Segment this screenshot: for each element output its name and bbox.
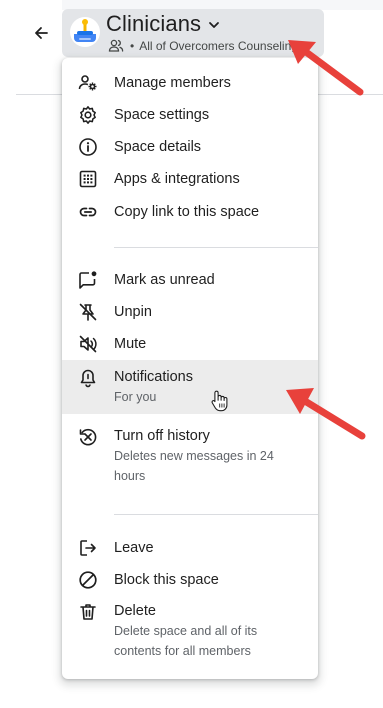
menu-label-mute: Mute (114, 336, 147, 352)
menu-label-space-details: Space details (114, 139, 202, 155)
menu-desc-delete: Delete space and all of its contents for… (114, 624, 258, 658)
menu-item-space-details[interactable]: Space details (62, 130, 318, 164)
arrow-left-icon (35, 27, 48, 39)
space-menu: Manage members Space settings Space deta… (62, 58, 318, 679)
trash-icon (80, 604, 96, 620)
menu-desc-notifications: For you (114, 390, 157, 404)
menu-label-apps-integrations: Apps & integrations (114, 171, 240, 187)
menu-label-mark-unread: Mark as unread (114, 272, 215, 288)
block-icon (79, 571, 97, 589)
mark-unread-icon (79, 271, 97, 289)
space-avatar-icon (70, 17, 100, 47)
info-icon (79, 138, 97, 156)
menu-item-mark-unread[interactable]: Mark as unread (62, 263, 318, 297)
menu-item-unpin[interactable]: Unpin (62, 295, 318, 329)
menu-item-copy-link[interactable]: Copy link to this space (62, 195, 318, 229)
menu-divider (114, 514, 318, 515)
chevron-down-icon (209, 22, 219, 28)
manage-members-icon (78, 75, 97, 91)
organization-name: All of Overcomers Counseling (139, 39, 298, 53)
link-icon (79, 207, 97, 217)
menu-label-space-settings: Space settings (114, 107, 210, 123)
bell-icon (80, 369, 96, 388)
menu-label-leave: Leave (114, 540, 154, 556)
space-title: Clinicians (106, 11, 202, 36)
menu-divider (114, 247, 318, 248)
menu-label-delete: Delete (114, 603, 156, 619)
menu-label-notifications: Notifications (114, 369, 193, 385)
menu-item-apps-integrations[interactable]: Apps & integrations (62, 162, 318, 196)
menu-item-notifications[interactable]: Notifications For you (62, 360, 318, 414)
menu-item-leave[interactable]: Leave (62, 531, 318, 565)
subtitle-bullet: • (130, 39, 135, 53)
menu-label-block-space: Block this space (114, 572, 219, 588)
hand-cursor-icon (211, 390, 228, 412)
menu-item-turn-off-history[interactable]: Turn off history Deletes new messages in… (62, 421, 318, 493)
menu-label-manage-members: Manage members (114, 75, 231, 91)
leave-icon (80, 540, 96, 556)
unpin-icon (79, 303, 97, 321)
menu-item-manage-members[interactable]: Manage members (62, 66, 318, 100)
annotation-arrow-header (288, 40, 364, 96)
menu-item-block-space[interactable]: Block this space (62, 563, 318, 597)
people-icon (108, 39, 124, 52)
menu-label-unpin: Unpin (114, 304, 152, 320)
annotation-arrow-notifications (286, 388, 366, 440)
history-off-icon (79, 428, 97, 446)
menu-label-copy-link: Copy link to this space (114, 204, 260, 220)
menu-item-delete[interactable]: Delete Delete space and all of its conte… (62, 596, 318, 668)
menu-item-space-settings[interactable]: Space settings (62, 98, 318, 132)
gear-icon (80, 106, 96, 124)
menu-desc-turn-off-history: Deletes new messages in 24 hours (114, 449, 274, 483)
mute-icon (79, 335, 97, 353)
menu-label-turn-off-history: Turn off history (114, 428, 210, 444)
apps-grid-icon (79, 170, 97, 188)
back-button[interactable] (26, 18, 56, 48)
menu-item-mute[interactable]: Mute (62, 327, 318, 361)
